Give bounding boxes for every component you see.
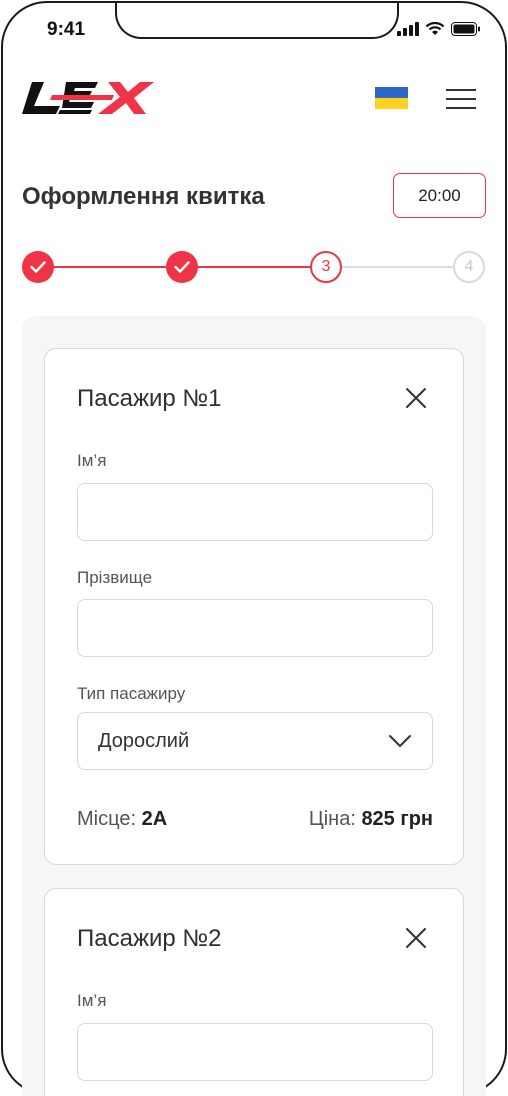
flag-blue-stripe [375,87,408,98]
menu-line [446,98,476,100]
price-info: Ціна: 825 грн [309,808,433,831]
chevron-down-icon [389,735,411,747]
price-label: Ціна: [308,808,356,830]
lex-logo[interactable] [22,80,154,121]
step-1-completed[interactable] [22,251,54,283]
stepper-line-pending [327,266,470,268]
last-name-input[interactable] [77,599,433,657]
first-name-input[interactable] [77,1023,433,1081]
close-icon[interactable] [405,927,427,949]
status-bar-icons [397,22,481,36]
cellular-signal-icon [397,22,419,36]
passenger-title: Пасажир №1 [77,385,222,412]
seat-price-row: Місце: 2A Ціна: 825 грн [77,808,433,831]
seat-value: 2A [141,808,168,830]
price-value: 825 грн [361,808,433,830]
status-bar-time: 9:41 [47,19,86,40]
page-title: Оформлення квитка [22,183,265,210]
checkmark-icon [30,261,46,273]
first-name-label: Ім’я [77,451,107,470]
checkout-stepper: 3 4 [22,251,486,283]
passenger-type-value: Дорослий [98,729,190,752]
passenger-type-label: Тип пасажиру [77,684,186,703]
countdown-timer: 20:00 [393,173,486,218]
step-2-completed[interactable] [166,251,198,283]
first-name-input[interactable] [77,483,433,541]
last-name-label: Прізвище [77,568,153,587]
seat-label: Місце: [77,808,137,830]
checkmark-icon [174,261,190,273]
wifi-icon [425,22,445,35]
menu-line [446,89,476,91]
passenger-type-select[interactable]: Дорослий [77,712,433,770]
device-notch [115,3,399,39]
battery-icon [451,22,480,36]
step-3-current: 3 [310,251,342,283]
seat-info: Місце: 2A [77,808,167,831]
ukraine-flag-icon[interactable] [375,87,408,109]
close-icon[interactable] [405,387,427,409]
flag-yellow-stripe [375,98,408,109]
passenger-title: Пасажир №2 [77,925,222,952]
first-name-label: Ім’я [77,991,107,1010]
passenger-card-2: Пасажир №2 Ім’я [44,888,464,1096]
passenger-card-1: Пасажир №1 Ім’я Прізвище Тип пасажиру До… [44,348,464,865]
hamburger-menu-icon[interactable] [446,89,476,111]
step-4-pending: 4 [453,251,485,283]
menu-line [446,107,476,109]
